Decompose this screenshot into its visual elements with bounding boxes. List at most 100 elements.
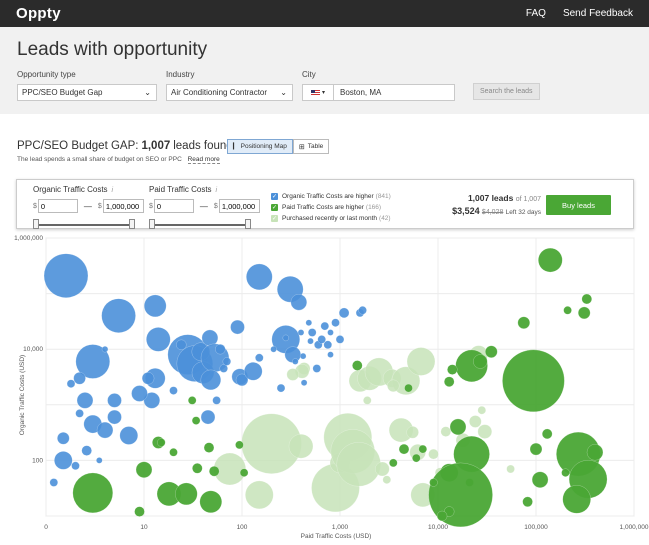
x-tick-label: 100 [237,524,248,531]
leads-count: 1,007 leads [467,193,514,203]
bubble-paid [485,345,498,358]
bubble-organic [143,294,167,318]
read-more-link[interactable]: Read more [187,156,220,164]
bubble-recent [336,442,381,487]
bubble-organic [305,319,313,326]
bubble-organic [312,364,322,373]
bubble-organic [131,385,148,402]
send-feedback-link[interactable]: Send Feedback [563,8,633,19]
scatter-plot: 0 10 100 1,000 10,000 100,000 1,000,000 1,000,0… [14,235,649,540]
checkbox-label: Organic Traffic Costs are higher [282,193,374,200]
paid-min-input[interactable] [153,199,194,213]
bubble-organic [73,372,86,385]
search-leads-button[interactable]: Search the leads [473,83,540,100]
paid-slider-max-handle[interactable] [245,219,251,229]
bubble-organic [307,328,317,337]
info-icon[interactable]: i [112,187,114,194]
currency-symbol: $ [33,202,37,210]
bubble-recent [245,480,274,510]
paid-slider-min-handle[interactable] [149,219,155,229]
checkbox-checked-icon[interactable]: ✓ [271,193,278,200]
bubble-paid [577,306,591,320]
organic-range-label: Organic Traffic Costs i [33,185,144,194]
checkbox-organic-higher[interactable]: ✓ Organic Traffic Costs are higher (841) [271,192,391,201]
bubble-organic [49,478,59,487]
bubble-organic [327,351,334,358]
bubble-paid [157,438,166,447]
bubble-recent [382,475,392,484]
bubble-organic [119,426,139,445]
bubble-paid [412,453,421,463]
results-title-prefix: PPC/SEO Budget GAP: [17,140,139,152]
results-title-suffix: leads found [173,140,233,152]
bubble-paid [203,442,215,453]
bubble-organic [243,362,263,381]
organic-max-input[interactable] [102,199,144,213]
positioning-map-label: Positioning Map [240,143,287,150]
checkbox-paid-higher[interactable]: ✓ Paid Traffic Costs are higher (166) [271,203,391,212]
results-subtitle-text: The lead spends a small share of budget … [17,156,182,163]
bubble-organic [292,358,299,365]
checkbox-label: Paid Traffic Costs are higher [282,204,364,211]
bubble-organic [81,445,92,456]
bubble-organic [323,340,333,350]
results-title: PPC/SEO Budget GAP: 1,007 leads found [17,140,233,152]
opportunity-type-select[interactable]: PPC/SEO Budget Gap ⌄ [17,84,157,101]
purchase-summary: 1,007 leads of 1,007 $3,524 $4,028 Left … [452,193,541,216]
bubble-organic [169,386,178,395]
bubble-recent [387,379,400,393]
industry-select[interactable]: Air Conditioning Contractor ⌄ [166,84,293,101]
bubble-organic [176,339,187,351]
table-tab[interactable]: ⊞ Table [292,139,330,154]
bubble-organic [327,329,334,336]
info-icon[interactable]: i [216,187,218,194]
city-input[interactable]: Boston, MA [334,85,381,100]
bubble-organic [200,409,216,425]
bubble-paid [429,478,438,487]
organic-slider-track[interactable] [35,224,133,226]
bubble-organic [54,451,73,470]
bubble-organic [320,321,330,331]
bubble-recent [477,405,487,415]
bubble-paid [191,416,201,425]
bubble-paid [531,471,549,488]
paid-slider-track[interactable] [151,224,249,226]
bubble-paid [541,428,553,440]
bubble-organic [331,318,340,327]
country-flag-select[interactable]: ▾ [303,85,334,100]
checkbox-checked-icon[interactable]: ✓ [271,215,278,222]
city-field[interactable]: ▾ Boston, MA [302,84,455,101]
organic-slider-min-handle[interactable] [33,219,39,229]
bubble-paid [72,472,114,514]
range-dash: — [83,201,92,211]
bubble-paid [404,383,413,393]
bubble-paid [529,442,543,456]
view-toggle: ▎ Positioning Map ⊞ Table [227,139,330,154]
bubble-organic [230,319,245,335]
bar-chart-icon: ▎ [233,144,238,150]
bubble-paid [239,468,249,477]
bubble-organic [101,298,136,333]
old-price: $4,028 [481,209,504,216]
segment-checkboxes: ✓ Organic Traffic Costs are higher (841)… [271,192,391,225]
bubble-recent [506,464,515,474]
results-count: 1,007 [141,140,171,152]
paid-label-text: Paid Traffic Costs [149,185,212,194]
checkbox-purchased-recently[interactable]: ✓ Purchased recently or last month (42) [271,214,391,223]
bubble-paid [586,444,604,461]
paid-range: Paid Traffic Costs i $ — $ [149,185,260,229]
checkbox-checked-icon[interactable]: ✓ [271,204,278,211]
positioning-map-tab[interactable]: ▎ Positioning Map [227,139,293,154]
organic-min-input[interactable] [37,199,78,213]
currency-symbol: $ [97,202,102,210]
bubble-organic [200,369,222,391]
organic-slider-max-handle[interactable] [129,219,135,229]
bubble-organic [96,421,114,439]
app-logo[interactable]: Oppty [16,5,61,22]
buy-leads-button[interactable]: Buy leads [546,195,611,215]
faq-link[interactable]: FAQ [526,8,546,19]
x-tick-label: 100,000 [524,524,548,531]
paid-max-input[interactable] [218,199,260,213]
checkbox-count: (841) [375,193,391,200]
bubble-organic [96,457,103,464]
